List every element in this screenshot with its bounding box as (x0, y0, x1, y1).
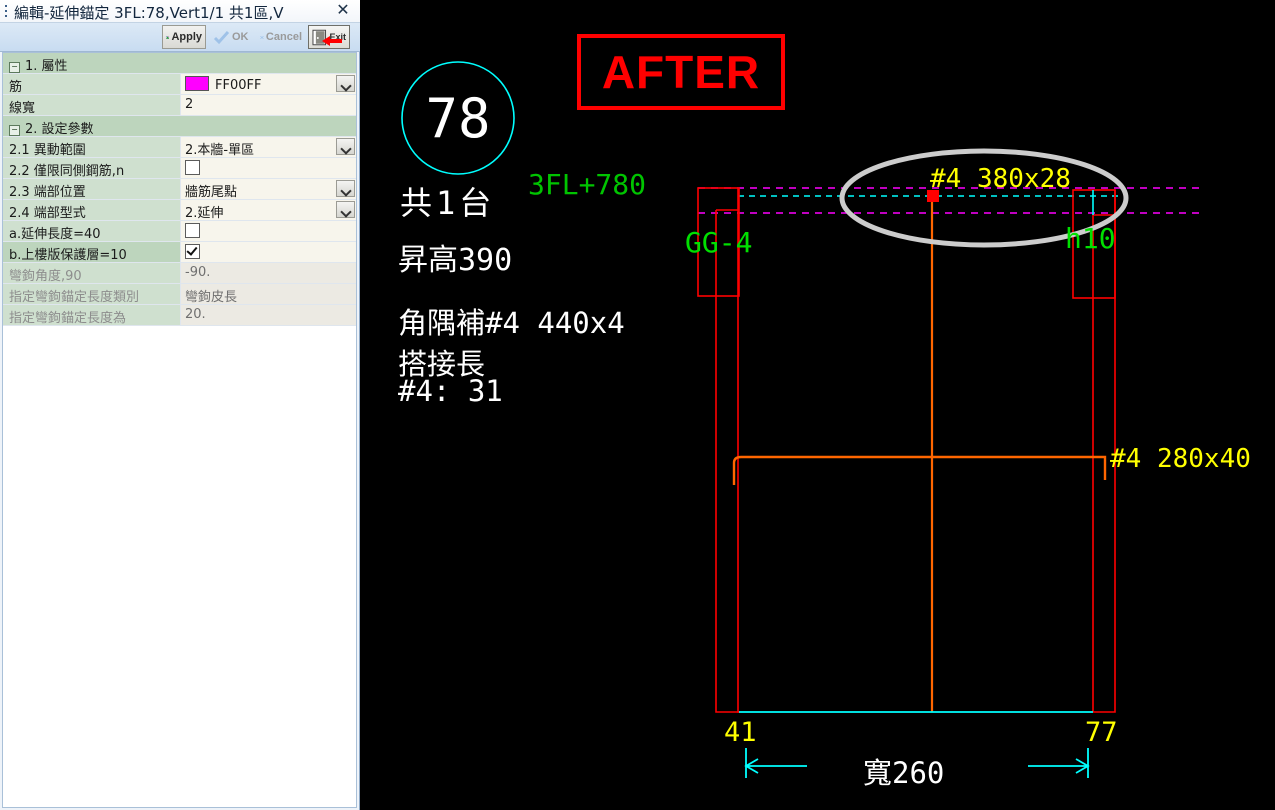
color-swatch[interactable] (185, 76, 209, 91)
dialog-title: 編輯-延伸錨定 3FL:78,Vert1/1 共1區,V (14, 4, 284, 22)
label-left-column: GG-4 (685, 226, 753, 259)
property-key: 2.3 端部位置 (3, 179, 181, 199)
label-right-column: h10 (1065, 222, 1116, 255)
property-value[interactable]: FF00FF (181, 74, 356, 94)
label-level: 3FL+780 (528, 168, 647, 201)
property-value[interactable]: 20. (181, 305, 356, 325)
property-value-text: 彎鉤皮長 (185, 290, 238, 304)
property-value-text: 牆筋尾點 (185, 185, 238, 199)
property-value-text: 2 (185, 97, 194, 112)
property-checkbox[interactable] (185, 160, 200, 175)
application-window: 編輯-延伸錨定 3FL:78,Vert1/1 共1區,V ✕ Apply OK (0, 0, 1275, 810)
label-corner-bar: 角隅補#4 440x4 (398, 306, 625, 340)
label-dim-width: 寬260 (863, 756, 945, 790)
property-value[interactable]: 2 (181, 95, 356, 115)
property-row[interactable]: 筋 FF00FF (3, 74, 356, 95)
property-category[interactable]: −2. 設定參數 (3, 116, 356, 137)
property-key: 指定彎鉤錨定長度為 (3, 305, 181, 325)
property-row[interactable]: 2.2 僅限同側鋼筋,n (3, 158, 356, 179)
property-value[interactable]: 彎鉤皮長 (181, 284, 356, 304)
property-key: 2.1 異動範圍 (3, 137, 181, 157)
label-top-rebar: #4 380x28 (930, 164, 1071, 194)
ok-label: OK (232, 31, 249, 43)
property-value[interactable] (181, 221, 356, 241)
ok-button[interactable]: OK (209, 25, 253, 49)
check-icon (213, 30, 230, 44)
collapse-expander-icon[interactable]: − (9, 62, 20, 73)
horizontal-rebar-with-hook (732, 455, 1107, 485)
label-dim-right: 77 (1085, 717, 1118, 748)
property-grid: −1. 屬性筋 FF00FF 線寬 2−2. 設定參數 2.1 異動範圍 2.本牆-單區 2… (2, 52, 357, 808)
collapse-expander-icon[interactable]: − (9, 125, 20, 136)
cad-drawing-canvas[interactable]: AFTER 78 共1台 昇高390 角隅補#4 440x4 搭接長 #4: 3… (360, 0, 1275, 810)
cancel-label: Cancel (265, 31, 302, 43)
property-row[interactable]: b.上樓版保護層=10 (3, 242, 356, 263)
property-key: 筋 (3, 74, 181, 94)
property-value[interactable]: 2.延伸 (181, 200, 356, 220)
dialog-toolbar: Apply OK Cancel Exit (0, 23, 360, 52)
apply-icon (166, 35, 170, 39)
property-row[interactable]: 指定彎鉤錨定長度為 20. (3, 305, 356, 326)
property-category-label: −2. 設定參數 (3, 116, 356, 136)
property-value-text: -90. (185, 265, 211, 280)
category-title: 1. 屬性 (25, 59, 68, 73)
chevron-down-icon[interactable] (336, 138, 355, 155)
color-value-text: FF00FF (215, 78, 262, 93)
edit-anchorage-dialog: 編輯-延伸錨定 3FL:78,Vert1/1 共1區,V ✕ Apply OK (0, 0, 360, 810)
after-badge-label: AFTER (601, 46, 761, 98)
label-count: 共1台 (400, 184, 496, 222)
property-key: 彎鉤角度,90 (3, 263, 181, 283)
property-key: 線寬 (3, 95, 181, 115)
property-row[interactable]: 2.4 端部型式 2.延伸 (3, 200, 356, 221)
property-row[interactable]: 2.3 端部位置 牆筋尾點 (3, 179, 356, 200)
property-row[interactable]: 線寬 2 (3, 95, 356, 116)
property-key: b.上樓版保護層=10 (3, 242, 181, 262)
property-checkbox[interactable] (185, 223, 200, 238)
chevron-down-icon[interactable] (336, 201, 355, 218)
property-row[interactable]: 2.1 異動範圍 2.本牆-單區 (3, 137, 356, 158)
red-arrow-icon (322, 36, 342, 46)
property-key: a.延伸長度=40 (3, 221, 181, 241)
property-value-text: 20. (185, 307, 206, 322)
property-value-text: 2.延伸 (185, 206, 224, 220)
after-badge-box: AFTER (577, 34, 785, 110)
label-dim-left: 41 (724, 717, 757, 748)
close-icon[interactable]: ✕ (334, 2, 352, 20)
property-value[interactable] (181, 242, 356, 262)
x-icon (260, 35, 264, 39)
apply-button[interactable]: Apply (162, 25, 206, 49)
category-title: 2. 設定參數 (25, 122, 94, 136)
property-category-label: −1. 屬性 (3, 53, 356, 73)
cancel-button[interactable]: Cancel (256, 25, 306, 49)
label-rise: 昇高390 (398, 243, 513, 278)
property-value[interactable]: -90. (181, 263, 356, 283)
property-value[interactable] (181, 158, 356, 178)
left-column-inner (715, 210, 739, 713)
property-row[interactable]: 彎鉤角度,90 -90. (3, 263, 356, 284)
property-key: 2.2 僅限同側鋼筋,n (3, 158, 181, 178)
property-key: 2.4 端部型式 (3, 200, 181, 220)
property-checkbox[interactable] (185, 244, 200, 259)
bubble-number: 78 (425, 86, 491, 150)
property-value[interactable]: 2.本牆-單區 (181, 137, 356, 157)
chevron-down-icon[interactable] (336, 180, 355, 197)
label-lap-value: #4: 31 (398, 374, 503, 408)
property-value-text: 2.本牆-單區 (185, 143, 255, 157)
apply-label: Apply (171, 31, 202, 43)
property-value[interactable]: 牆筋尾點 (181, 179, 356, 199)
property-row[interactable]: a.延伸長度=40 (3, 221, 356, 242)
label-side-rebar: #4 280x40 (1110, 444, 1251, 474)
property-category[interactable]: −1. 屬性 (3, 53, 356, 74)
property-key: 指定彎鉤錨定長度類別 (3, 284, 181, 304)
exit-button[interactable]: Exit (308, 25, 350, 49)
drag-grip-icon[interactable] (5, 5, 8, 18)
dialog-title-bar: 編輯-延伸錨定 3FL:78,Vert1/1 共1區,V ✕ (0, 0, 360, 23)
chevron-down-icon[interactable] (336, 75, 355, 92)
property-row[interactable]: 指定彎鉤錨定長度類別 彎鉤皮長 (3, 284, 356, 305)
